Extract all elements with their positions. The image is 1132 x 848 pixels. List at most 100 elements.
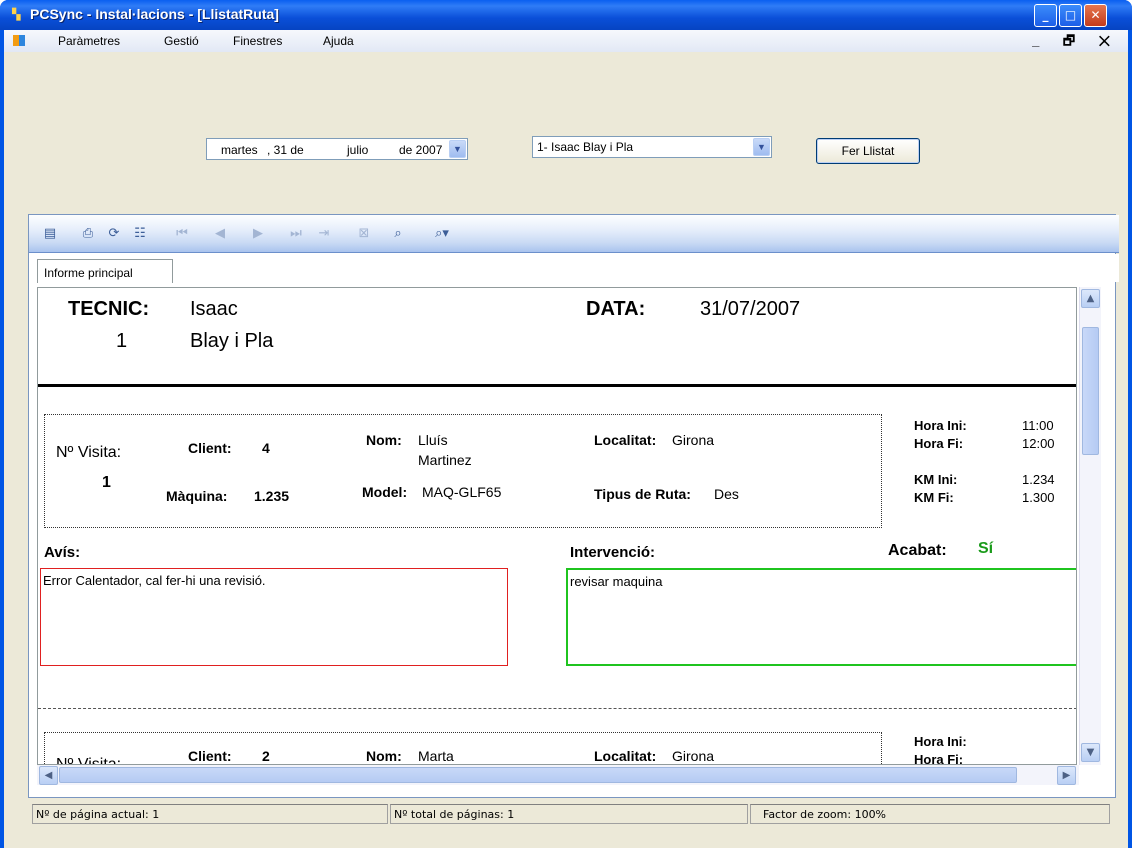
km-fi-value: 1.300 bbox=[1022, 490, 1055, 505]
nom-label: Nom: bbox=[366, 748, 402, 764]
menu-gestio[interactable]: Gestió bbox=[164, 34, 199, 48]
menu-finestres[interactable]: Finestres bbox=[233, 34, 282, 48]
visit-separator bbox=[38, 708, 1076, 709]
vertical-scrollbar[interactable]: ▲ ▼ bbox=[1079, 287, 1101, 765]
intervencio-label: Intervenció: bbox=[570, 544, 656, 561]
next-page-icon[interactable]: ▶ bbox=[249, 225, 267, 243]
status-bar: Nº de página actual: 1 Nº total de págin… bbox=[32, 804, 1114, 826]
scroll-right-icon[interactable]: ▶ bbox=[1057, 766, 1076, 785]
refresh-icon[interactable]: ⟳ bbox=[105, 225, 123, 243]
scroll-down-icon[interactable]: ▼ bbox=[1081, 743, 1100, 762]
status-current-page: Nº de página actual: 1 bbox=[32, 804, 388, 824]
vertical-scroll-thumb[interactable] bbox=[1082, 327, 1099, 455]
km-ini-value: 1.234 bbox=[1022, 472, 1055, 487]
data-value: 31/07/2007 bbox=[700, 298, 801, 320]
report-viewer: ▤ ⎙ ⟳ ☷ ⏮ ◀ ▶ ⏭ ⇥ ⊠ ⌕ ⌕▾ Informe princip… bbox=[28, 214, 1119, 798]
chevron-down-icon[interactable]: ▼ bbox=[753, 138, 770, 156]
nom-value-line1: Lluís bbox=[418, 432, 448, 448]
menu-ajuda[interactable]: Ajuda bbox=[323, 34, 354, 48]
tecnic-last-name: Blay i Pla bbox=[190, 330, 274, 352]
date-weekday: martes bbox=[221, 143, 258, 157]
last-page-icon[interactable]: ⏭ bbox=[287, 225, 305, 243]
tecnic-first-name: Isaac bbox=[190, 298, 238, 320]
technician-selected: 1- Isaac Blay i Pla bbox=[537, 140, 634, 154]
zoom-icon[interactable]: ⌕▾ bbox=[427, 225, 457, 243]
visita-label: Nº Visita: bbox=[56, 444, 122, 461]
status-total-pages: Nº total de páginas: 1 bbox=[390, 804, 748, 824]
viewer-toolbar: ▤ ⎙ ⟳ ☷ ⏮ ◀ ▶ ⏭ ⇥ ⊠ ⌕ ⌕▾ bbox=[29, 215, 1119, 253]
stop-icon[interactable]: ⊠ bbox=[355, 225, 373, 243]
maquina-label: Màquina: bbox=[166, 488, 228, 504]
client-value: 2 bbox=[262, 748, 270, 764]
localitat-value: Girona bbox=[672, 748, 715, 764]
group-tree-icon[interactable]: ☷ bbox=[131, 225, 149, 243]
mdi-window-controls[interactable]: _ 🗗 ✕ bbox=[1032, 32, 1120, 54]
scroll-up-icon[interactable]: ▲ bbox=[1081, 289, 1100, 308]
model-value: MAQ-GLF65 bbox=[422, 484, 502, 500]
client-label: Client: bbox=[188, 748, 232, 764]
visit-info-box bbox=[44, 414, 882, 528]
nom-value-line2: Martinez bbox=[418, 452, 472, 468]
hora-ini-value: 11:00 bbox=[1022, 418, 1054, 433]
header-rule bbox=[38, 384, 1076, 387]
acabat-value: Sí bbox=[978, 540, 994, 557]
first-page-icon[interactable]: ⏮ bbox=[173, 225, 191, 243]
date-day: , 31 de bbox=[267, 143, 304, 157]
km-fi-label: KM Fi: bbox=[914, 490, 954, 505]
date-month: julio bbox=[347, 143, 369, 157]
date-year: de 2007 bbox=[399, 143, 443, 157]
tab-strip: Informe principal bbox=[29, 254, 1119, 283]
status-zoom: Factor de zoom: 100% bbox=[750, 804, 1110, 824]
hora-fi-label: Hora Fi: bbox=[914, 752, 964, 765]
visit-info-box bbox=[44, 732, 882, 764]
model-label: Model: bbox=[362, 484, 408, 500]
avis-text-box: Error Calentador, cal fer-hi una revisió… bbox=[40, 568, 508, 666]
app-icon: ▚ bbox=[12, 8, 21, 21]
client-label: Client: bbox=[188, 440, 232, 456]
localitat-label: Localitat: bbox=[594, 748, 657, 764]
tecnic-label: TECNIC: bbox=[68, 298, 150, 320]
hora-fi-label: Hora Fi: bbox=[914, 436, 964, 451]
go-to-page-icon[interactable]: ⇥ bbox=[315, 225, 333, 243]
hora-ini-label: Hora Ini: bbox=[914, 418, 967, 433]
menu-parametres[interactable]: Paràmetres bbox=[58, 34, 120, 48]
previous-page-icon[interactable]: ◀ bbox=[211, 225, 229, 243]
window-title: PCSync - Instal·lacions - [LlistatRuta] bbox=[30, 6, 279, 22]
avis-label: Avís: bbox=[44, 544, 81, 561]
technician-select[interactable]: 1- Isaac Blay i Pla ▼ bbox=[532, 136, 772, 158]
title-bar[interactable]: ▚ PCSync - Instal·lacions - [LlistatRuta… bbox=[0, 0, 1132, 30]
mdi-child-icon bbox=[13, 35, 25, 46]
scroll-left-icon[interactable]: ◀ bbox=[39, 766, 58, 785]
nom-label: Nom: bbox=[366, 432, 402, 448]
search-icon[interactable]: ⌕ bbox=[389, 225, 407, 243]
report-page: TECNIC: Isaac 1 Blay i Pla DATA: 31/07/2… bbox=[37, 287, 1077, 765]
client-value: 4 bbox=[262, 440, 270, 456]
print-icon[interactable]: ⎙ bbox=[79, 225, 97, 243]
data-label: DATA: bbox=[586, 298, 646, 320]
chevron-down-icon[interactable]: ▼ bbox=[449, 140, 466, 158]
acabat-label: Acabat: bbox=[888, 542, 947, 559]
visita-label: Nº Visita: bbox=[56, 756, 122, 765]
localitat-label: Localitat: bbox=[594, 432, 657, 448]
localitat-value: Girona bbox=[672, 432, 715, 448]
nom-value-line1: Marta bbox=[418, 748, 454, 764]
date-picker[interactable]: martes , 31 de julio de 2007 ▼ bbox=[206, 138, 468, 160]
close-button[interactable]: ✕ bbox=[1084, 4, 1107, 27]
hora-ini-label: Hora Ini: bbox=[914, 734, 967, 749]
horizontal-scroll-thumb[interactable] bbox=[59, 767, 1017, 783]
fer-llistat-button[interactable]: Fer Llistat bbox=[816, 138, 920, 164]
tipus-ruta-label: Tipus de Ruta: bbox=[594, 486, 691, 502]
visita-number: 1 bbox=[102, 474, 111, 491]
horizontal-scrollbar[interactable]: ◀ ▶ bbox=[37, 765, 1079, 785]
maximize-button[interactable]: □ bbox=[1059, 4, 1082, 27]
tecnic-number: 1 bbox=[116, 330, 128, 352]
hora-fi-value: 12:00 bbox=[1022, 436, 1055, 451]
export-icon[interactable]: ▤ bbox=[41, 225, 59, 243]
maquina-value: 1.235 bbox=[254, 488, 290, 504]
application-window: ▚ PCSync - Instal·lacions - [LlistatRuta… bbox=[0, 0, 1132, 848]
tipus-ruta-value: Des bbox=[714, 486, 739, 502]
km-ini-label: KM Ini: bbox=[914, 472, 958, 487]
menu-bar: Paràmetres Gestió Finestres Ajuda _ 🗗 ✕ bbox=[4, 30, 1128, 52]
minimize-button[interactable]: _ bbox=[1034, 4, 1057, 27]
tab-informe-principal[interactable]: Informe principal bbox=[37, 259, 173, 283]
